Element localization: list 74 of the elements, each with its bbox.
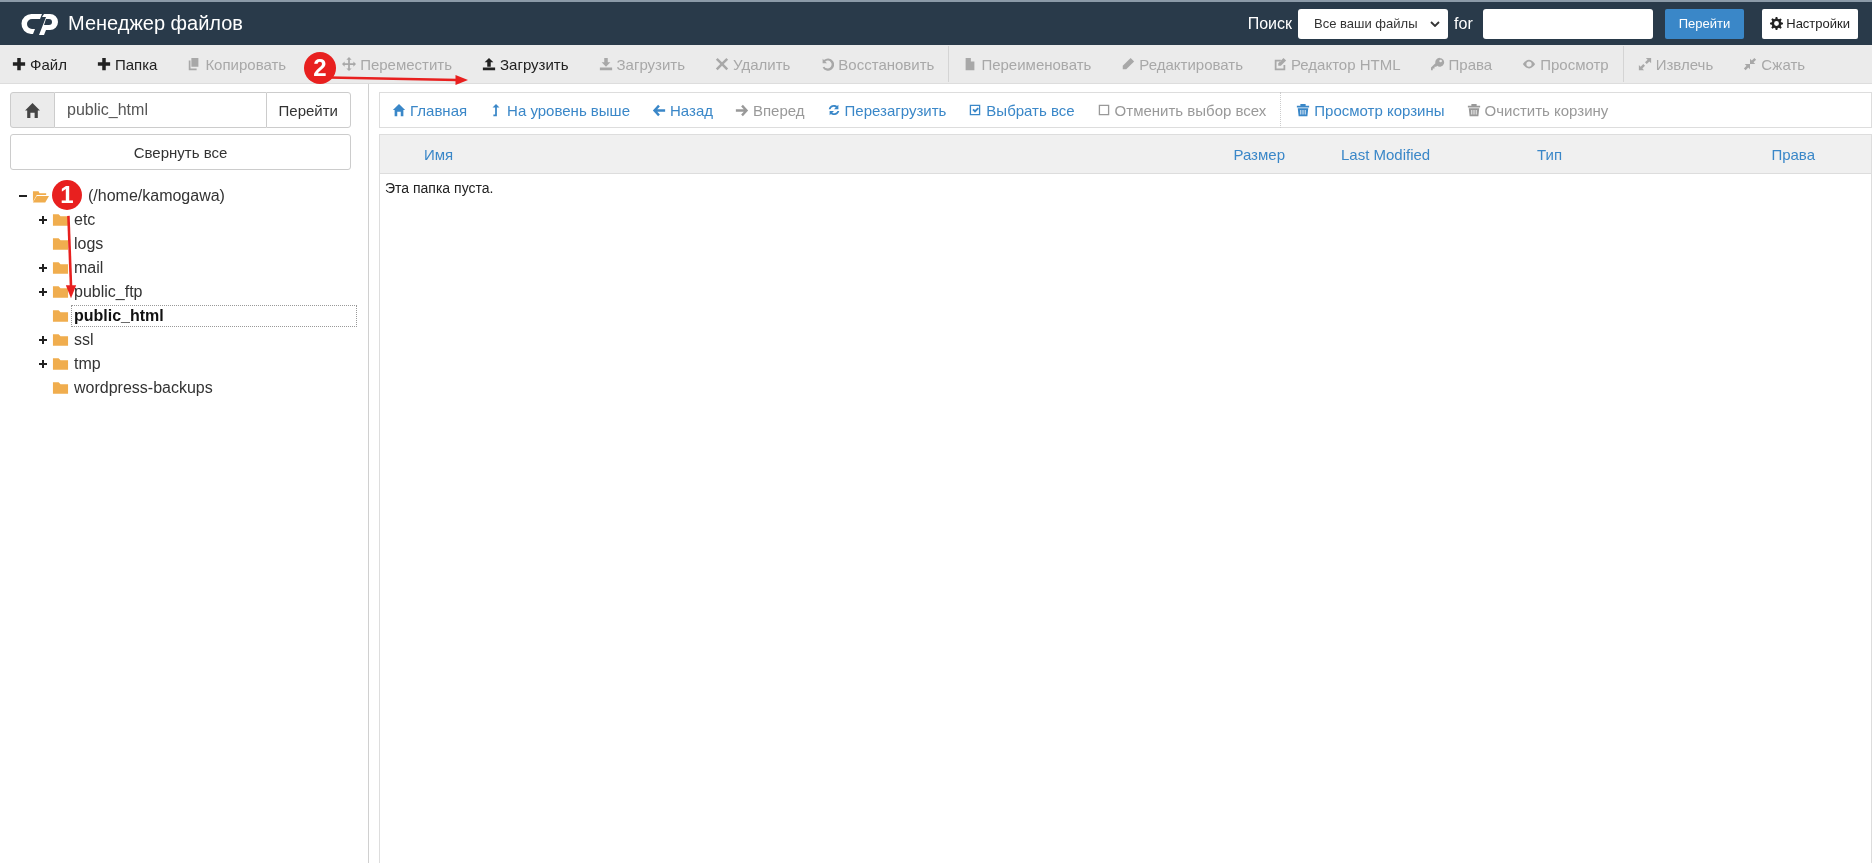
nav-button[interactable]: Главная <box>392 101 468 119</box>
folder-icon <box>52 333 69 347</box>
open-folder-icon <box>32 189 49 203</box>
nav-button[interactable]: Просмотр корзины <box>1296 101 1445 119</box>
scope-dropdown[interactable]: Все ваши файлы <box>1298 8 1449 39</box>
upload-icon <box>482 57 497 71</box>
folder-icon <box>52 309 69 323</box>
column-header[interactable]: Размер <box>1105 145 1297 163</box>
toolbar-button[interactable]: Загрузить <box>482 55 583 73</box>
home-icon <box>24 101 41 119</box>
eye-icon <box>1522 57 1537 71</box>
collapse-all-button[interactable]: Свернуть все <box>10 134 351 170</box>
trash-icon <box>1296 103 1311 117</box>
expand-icon[interactable] <box>38 359 48 369</box>
folder-icon <box>52 213 69 227</box>
empty-message: Эта папка пуста. <box>384 179 495 198</box>
chevron-down-icon <box>1430 20 1441 27</box>
download-icon <box>598 57 613 71</box>
expand-icon[interactable] <box>38 215 48 225</box>
undo-icon <box>820 57 835 71</box>
home-button[interactable] <box>10 92 55 128</box>
go-button[interactable]: Перейти <box>1664 8 1745 39</box>
refresh-icon <box>826 103 841 117</box>
settings-icon <box>1770 17 1784 30</box>
move-icon <box>342 57 357 71</box>
tree-item[interactable]: public_html <box>71 305 357 327</box>
folder-icon <box>52 261 69 275</box>
nav-button[interactable]: Назад <box>652 101 713 119</box>
tree-item[interactable]: mail <box>71 257 107 279</box>
folder-icon <box>52 381 69 395</box>
tree-item[interactable]: (/home/kamogawa) <box>85 185 228 207</box>
tree-item[interactable]: ssl <box>71 329 97 351</box>
right-arrow-icon <box>735 103 749 117</box>
folder-icon <box>52 357 69 371</box>
checkbox-icon <box>1096 103 1111 117</box>
column-header[interactable]: Last Modified <box>1297 145 1482 163</box>
checked-box-icon <box>968 103 983 117</box>
home-icon <box>392 103 406 117</box>
tree-item[interactable]: public_ftp <box>71 281 146 303</box>
toolbar-button[interactable]: Папка <box>96 55 172 73</box>
plus-icon <box>96 57 111 71</box>
tree-item[interactable]: wordpress-backups <box>71 377 216 399</box>
column-header[interactable]: Права <box>1682 145 1871 163</box>
compress-icon <box>1743 57 1758 71</box>
search-field[interactable] <box>1482 8 1653 39</box>
expand-icon[interactable] <box>38 263 48 273</box>
toolbar-button[interactable]: Файл <box>12 55 81 73</box>
folder-icon <box>52 237 69 251</box>
column-header[interactable]: Тип <box>1482 145 1682 163</box>
folder-icon <box>52 285 69 299</box>
plus-icon <box>12 57 26 71</box>
tree-item[interactable]: tmp <box>71 353 104 375</box>
nav-button[interactable]: На уровень выше <box>489 101 630 119</box>
pencil-icon <box>1121 57 1136 71</box>
expand-icon[interactable] <box>38 335 48 345</box>
edit-icon <box>1273 57 1287 71</box>
expand-icon[interactable] <box>38 287 48 297</box>
app-title: Менеджер файлов <box>68 12 243 35</box>
tree-item[interactable]: etc <box>71 209 99 231</box>
step-badge: 1 <box>52 180 82 210</box>
trash-icon <box>1466 103 1481 117</box>
nav-button[interactable]: Перезагрузить <box>826 101 947 119</box>
settings-button[interactable]: Настройки <box>1762 8 1858 39</box>
tree-item[interactable]: logs <box>71 233 107 255</box>
key-icon <box>1430 57 1445 71</box>
expand-icon <box>1637 57 1652 71</box>
left-arrow-icon <box>652 103 666 117</box>
for-label: for <box>1454 14 1473 33</box>
path-field[interactable]: public_html <box>55 92 266 128</box>
search-label: Поиск <box>1247 14 1293 33</box>
go-button[interactable]: Перейти <box>265 92 351 128</box>
column-header[interactable]: Имя <box>380 145 1105 163</box>
x-icon <box>715 57 730 71</box>
nav-button[interactable]: Выбрать все <box>968 101 1075 119</box>
